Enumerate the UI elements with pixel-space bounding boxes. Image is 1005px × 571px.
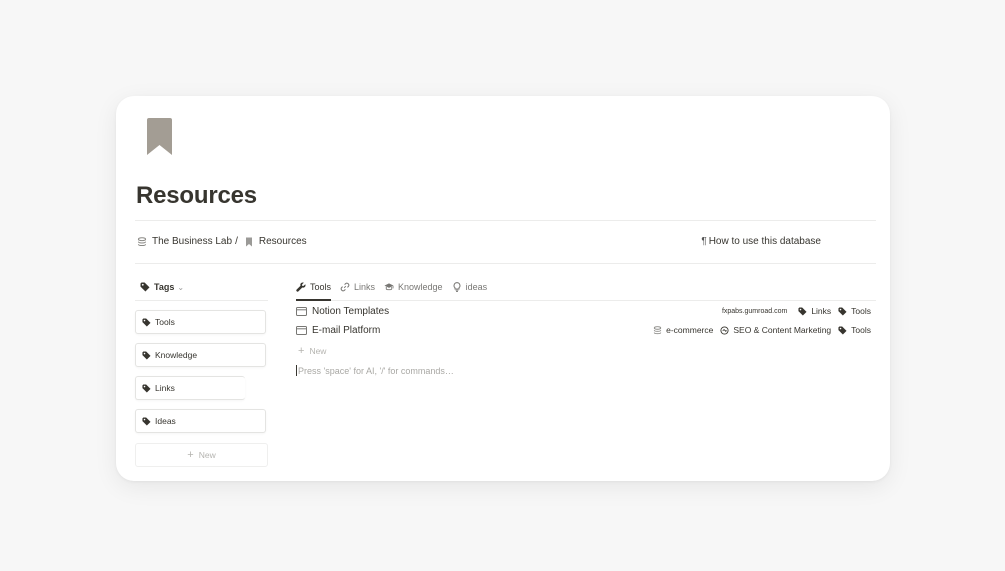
page-icon bbox=[296, 306, 307, 316]
row-title[interactable]: Notion Templates bbox=[312, 306, 389, 317]
breadcrumb-separator: / bbox=[235, 236, 238, 247]
lightbulb-icon bbox=[452, 282, 462, 292]
breadcrumb-divider bbox=[135, 263, 876, 264]
page-icon bbox=[296, 325, 307, 335]
new-tag-button[interactable]: + New bbox=[135, 443, 268, 467]
tab-ideas[interactable]: ideas bbox=[452, 279, 488, 295]
tag-icon bbox=[142, 317, 151, 327]
tag-icon bbox=[142, 350, 151, 360]
stack-icon bbox=[137, 236, 147, 247]
tab-knowledge[interactable]: Knowledge bbox=[384, 279, 443, 295]
tag-pill[interactable]: Tools bbox=[838, 306, 871, 316]
tag-card-knowledge[interactable]: Knowledge bbox=[135, 343, 266, 367]
stack-icon bbox=[653, 325, 662, 335]
row-properties: fxpabs.gumroad.com Links Tools bbox=[715, 306, 871, 316]
tab-label: Knowledge bbox=[398, 282, 443, 292]
tag-label: Links bbox=[811, 306, 832, 316]
tab-tools[interactable]: Tools bbox=[296, 279, 332, 301]
tag-card-tools[interactable]: Tools bbox=[135, 310, 266, 334]
tab-label: Tools bbox=[310, 282, 332, 292]
how-to-link[interactable]: ¶ How to use this database bbox=[701, 236, 821, 247]
new-row-label: New bbox=[309, 346, 327, 356]
tag-icon bbox=[142, 416, 151, 426]
tag-icon bbox=[142, 383, 151, 393]
tag-card-links[interactable]: Links bbox=[135, 376, 245, 400]
editor-placeholder[interactable]: Press 'space' for AI, '/' for commands… bbox=[296, 365, 454, 376]
tag-card-label: Links bbox=[155, 383, 175, 393]
new-tag-label: New bbox=[198, 450, 216, 460]
tag-label: Tools bbox=[851, 306, 871, 316]
tag-label: Tools bbox=[851, 325, 871, 335]
category-label: e-commerce bbox=[666, 325, 714, 335]
tag-icon bbox=[838, 306, 847, 316]
tag-card-label: Ideas bbox=[155, 416, 176, 426]
tags-divider bbox=[135, 300, 268, 301]
breadcrumb-parent[interactable]: The Business Lab bbox=[152, 236, 232, 247]
tag-card-label: Tools bbox=[155, 317, 175, 327]
row-title[interactable]: E-mail Platform bbox=[312, 325, 380, 336]
tag-card-label: Knowledge bbox=[155, 350, 198, 360]
plus-icon: + bbox=[298, 345, 305, 357]
breadcrumb: The Business Lab / Resources bbox=[137, 236, 307, 247]
table-row[interactable]: Notion Templates fxpabs.gumroad.com Link… bbox=[296, 302, 871, 320]
tag-icon bbox=[798, 306, 807, 316]
topic-label: SEO & Content Marketing bbox=[733, 325, 832, 335]
circle-icon bbox=[720, 325, 729, 335]
tags-group-header[interactable]: Tags ⌄ bbox=[135, 279, 268, 295]
tag-card-ideas[interactable]: Ideas bbox=[135, 409, 266, 433]
text-caret bbox=[296, 365, 297, 376]
tab-label: ideas bbox=[465, 282, 488, 292]
link-icon bbox=[340, 282, 350, 292]
how-to-label: How to use this database bbox=[708, 236, 821, 247]
new-row-button[interactable]: + New bbox=[298, 345, 326, 357]
bookmark-icon bbox=[244, 237, 254, 247]
tags-sidebar: Tags ⌄ Tools Knowledge Links Ideas + New bbox=[135, 279, 268, 467]
tabs-divider bbox=[296, 300, 876, 301]
topic-pill[interactable]: SEO & Content Marketing bbox=[720, 325, 831, 335]
tag-icon bbox=[140, 282, 150, 292]
chevron-down-icon: ⌄ bbox=[177, 282, 185, 292]
title-divider bbox=[135, 220, 876, 221]
pilcrow-icon: ¶ bbox=[701, 236, 707, 247]
tab-label: Links bbox=[354, 282, 376, 292]
category-pill[interactable]: e-commerce bbox=[653, 325, 713, 335]
bookmark-icon[interactable] bbox=[147, 118, 172, 155]
url-property[interactable]: fxpabs.gumroad.com bbox=[722, 308, 787, 315]
tags-header-label: Tags bbox=[154, 282, 175, 292]
plus-icon: + bbox=[187, 449, 194, 461]
breadcrumb-current[interactable]: Resources bbox=[259, 236, 307, 247]
table-row[interactable]: E-mail Platform e-commerce SEO & Content… bbox=[296, 321, 871, 339]
page-title: Resources bbox=[136, 182, 257, 209]
tab-links[interactable]: Links bbox=[340, 279, 375, 295]
view-tabs: Tools Links Knowledge ideas bbox=[296, 279, 876, 301]
tag-icon bbox=[838, 325, 847, 335]
graduation-cap-icon bbox=[384, 282, 394, 292]
tag-pill[interactable]: Tools bbox=[838, 325, 871, 335]
row-properties: e-commerce SEO & Content Marketing Tools bbox=[646, 325, 871, 335]
editor-hint-text: Press 'space' for AI, '/' for commands… bbox=[298, 365, 454, 376]
tag-pill[interactable]: Links bbox=[798, 306, 831, 316]
page-card: Resources The Business Lab / Resources ¶… bbox=[116, 96, 890, 481]
database-view: Tools Links Knowledge ideas Notion Templ… bbox=[296, 279, 876, 376]
wrench-icon bbox=[296, 282, 306, 292]
